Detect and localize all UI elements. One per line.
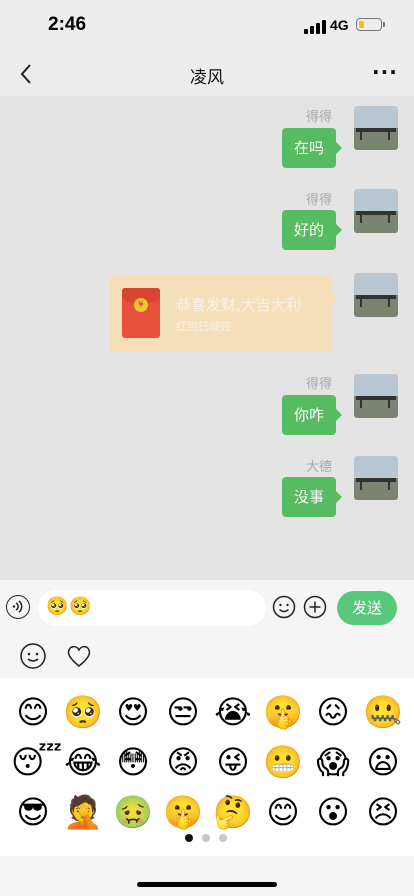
- emoji-item[interactable]: 🤫: [161, 790, 205, 834]
- emoji-tabs: [0, 636, 414, 678]
- message-input[interactable]: 🥺🥺: [38, 590, 266, 626]
- emoji-icon[interactable]: [272, 595, 296, 619]
- emoji-item[interactable]: 🤫: [261, 690, 305, 734]
- voice-icon[interactable]: [6, 595, 30, 619]
- page-dot[interactable]: [202, 834, 210, 842]
- emoji-item[interactable]: 😮: [311, 790, 355, 834]
- input-bar: 🥺🥺 发送: [0, 580, 414, 636]
- emoji-item[interactable]: 🤔: [211, 790, 255, 834]
- message-bubble[interactable]: 好的: [281, 210, 343, 250]
- message-bubble[interactable]: 没事: [281, 477, 343, 517]
- emoji-item[interactable]: 😊: [11, 690, 55, 734]
- emoji-item[interactable]: 😖: [311, 690, 355, 734]
- status-bar: 2:46 4G: [0, 0, 414, 52]
- emoji-item[interactable]: 😣: [361, 790, 405, 834]
- red-packet-status: 红包已领完: [176, 320, 231, 333]
- sender-name: 得得: [305, 110, 332, 125]
- avatar[interactable]: [354, 189, 398, 233]
- nav-bar: 凌风 ···: [0, 52, 414, 96]
- page-dot[interactable]: [185, 834, 193, 842]
- home-area: [0, 856, 414, 896]
- emoji-item[interactable]: 😡: [161, 740, 205, 784]
- page-dot[interactable]: [219, 834, 227, 842]
- emoji-item[interactable]: 😳: [111, 740, 155, 784]
- red-packet-card[interactable]: ¥ 恭喜发财,大吉大利 红包已领完: [110, 276, 338, 352]
- page-indicator: [0, 830, 414, 844]
- plus-icon[interactable]: [303, 595, 327, 619]
- battery-tip: [383, 22, 385, 27]
- emoji-item[interactable]: 🥺: [61, 690, 105, 734]
- emoji-item[interactable]: 😦: [361, 740, 405, 784]
- emoji-item[interactable]: 🤢: [111, 790, 155, 834]
- emoji-item[interactable]: 😎: [11, 790, 55, 834]
- emoji-item[interactable]: 😍: [111, 690, 155, 734]
- chat-area[interactable]: 得得 在吗 得得 好的 ¥ 恭喜发财,大吉大利 红包已领完 得得 你咋 大德 没…: [0, 96, 414, 580]
- message-bubble[interactable]: 在吗: [281, 128, 343, 168]
- emoji-item[interactable]: 😬: [261, 740, 305, 784]
- red-packet-icon: ¥: [122, 288, 160, 338]
- emoji-item[interactable]: 🤦: [61, 790, 105, 834]
- emoji-item[interactable]: 😭: [211, 690, 255, 734]
- avatar[interactable]: [354, 374, 398, 418]
- heart-icon[interactable]: [65, 642, 93, 670]
- signal-icon: [304, 20, 326, 34]
- red-packet-title: 恭喜发财,大吉大利: [176, 296, 301, 314]
- battery-icon: [356, 18, 382, 31]
- message-bubble[interactable]: 你咋: [281, 395, 343, 435]
- emoji-item[interactable]: 😂: [61, 740, 105, 784]
- home-indicator[interactable]: [137, 882, 277, 887]
- network-type: 4G: [330, 17, 349, 33]
- avatar[interactable]: [354, 273, 398, 317]
- input-value: 🥺🥺: [46, 596, 93, 617]
- sender-name: 得得: [305, 193, 332, 208]
- send-button[interactable]: 发送: [337, 591, 397, 625]
- emoji-item[interactable]: 😜: [211, 740, 255, 784]
- avatar[interactable]: [354, 456, 398, 500]
- avatar[interactable]: [354, 106, 398, 150]
- emoji-item[interactable]: 🤐: [361, 690, 405, 734]
- status-time: 2:46: [48, 14, 87, 35]
- emoji-item[interactable]: 😊: [261, 790, 305, 834]
- sender-name: 得得: [305, 377, 332, 392]
- sender-name: 大德: [305, 460, 332, 475]
- emoji-item[interactable]: 😴: [11, 740, 62, 784]
- smile-icon[interactable]: [19, 642, 47, 670]
- emoji-item[interactable]: 😱: [311, 740, 355, 784]
- chat-title: 凌风: [190, 68, 224, 88]
- emoji-item[interactable]: 😒: [161, 690, 205, 734]
- more-icon[interactable]: ···: [372, 60, 398, 84]
